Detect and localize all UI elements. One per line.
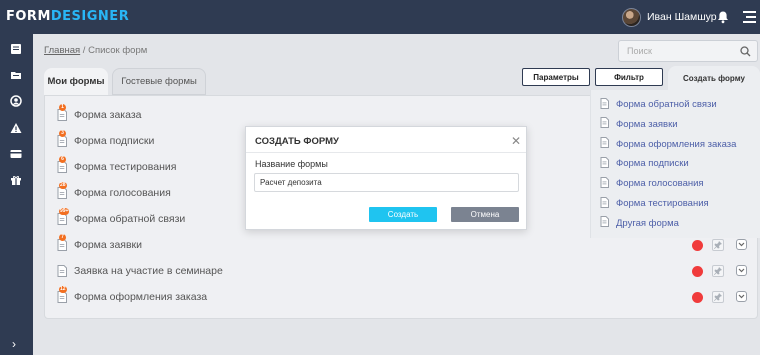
search-placeholder: Поиск <box>627 46 652 56</box>
bell-icon[interactable] <box>716 10 730 24</box>
count-badge: 99+ <box>59 208 70 215</box>
count-badge: 6 <box>59 156 66 163</box>
cancel-button[interactable]: Отмена <box>451 207 519 222</box>
create-menu-item[interactable]: Форма голосования <box>600 176 704 191</box>
close-icon[interactable]: ✕ <box>511 134 521 148</box>
document-icon <box>600 137 609 151</box>
form-row[interactable]: Заявка на участие в семинаре <box>57 263 223 279</box>
list-icon[interactable] <box>10 43 22 55</box>
document-icon: 1 <box>57 104 67 121</box>
pin-icon[interactable] <box>712 239 724 251</box>
document-icon <box>600 176 609 191</box>
create-menu-item-label: Форма подписки <box>616 158 689 170</box>
chevron-right-icon[interactable]: › <box>12 337 16 351</box>
create-menu-item[interactable]: Форма подписки <box>600 156 689 171</box>
create-menu-item-label: Форма обратной связи <box>616 99 717 110</box>
form-row[interactable]: 6 Форма тестирования <box>57 156 177 175</box>
document-icon <box>600 156 609 171</box>
menu-icon[interactable] <box>743 11 756 23</box>
form-row-label: Форма заявки <box>74 239 143 251</box>
create-menu-item-label: Форма тестирования <box>616 198 709 209</box>
folder-icon[interactable] <box>10 69 22 81</box>
document-icon <box>600 196 609 211</box>
search-input[interactable]: Поиск <box>618 40 758 62</box>
card-icon[interactable] <box>10 148 22 160</box>
breadcrumb: Главная / Список форм <box>44 45 147 56</box>
chevron-down-icon[interactable] <box>736 239 747 250</box>
create-form-modal: СОЗДАТЬ ФОРМУ ✕ Название формы Создать О… <box>245 126 527 230</box>
create-menu-item-label: Форма оформления заказа <box>616 138 737 150</box>
document-icon: 6 <box>57 156 67 173</box>
create-menu-item[interactable]: Форма тестирования <box>600 196 709 211</box>
document-icon: 28 <box>57 182 67 199</box>
document-icon: 7 <box>57 234 67 251</box>
form-row-label: Форма голосования <box>74 187 171 199</box>
form-row-label: Форма тестирования <box>74 161 177 173</box>
gift-icon[interactable] <box>10 174 22 186</box>
document-icon <box>600 97 609 112</box>
chevron-down-icon[interactable] <box>736 265 747 276</box>
document-icon <box>600 117 609 131</box>
count-badge: 7 <box>59 234 66 241</box>
form-name-field[interactable] <box>254 173 519 192</box>
create-menu-item[interactable]: Форма обратной связи <box>600 97 717 112</box>
filter-button[interactable]: Фильтр <box>595 68 663 86</box>
form-row[interactable]: 28 Форма голосования <box>57 182 171 201</box>
document-icon: 12 <box>57 286 67 303</box>
count-badge: 1 <box>59 104 66 111</box>
pin-icon[interactable] <box>712 291 724 303</box>
modal-title: СОЗДАТЬ ФОРМУ <box>255 136 339 147</box>
form-row[interactable]: 3 Форма подписки <box>57 130 155 149</box>
pin-icon[interactable] <box>712 265 724 277</box>
breadcrumb-separator: / <box>80 45 89 56</box>
create-menu-item[interactable]: Другая форма <box>600 216 679 230</box>
create-menu-item-label: Другая форма <box>616 217 679 229</box>
create-menu-item[interactable]: Форма заявки <box>600 117 678 131</box>
count-badge: 3 <box>59 130 66 137</box>
top-bar: FORMDESIGNER Иван Шамшур <box>0 0 760 34</box>
chevron-down-icon[interactable] <box>736 291 747 302</box>
form-row-label: Форма обратной связи <box>74 213 186 225</box>
document-icon: 99+ <box>57 208 70 225</box>
document-icon <box>600 216 609 230</box>
form-row[interactable]: 7 Форма заявки <box>57 234 143 253</box>
logo[interactable]: FORMDESIGNER <box>6 9 129 24</box>
create-menu-item[interactable]: Форма оформления заказа <box>600 137 737 151</box>
create-button[interactable]: Создать <box>369 207 437 222</box>
status-dot <box>692 292 703 303</box>
form-row[interactable]: 12 Форма оформления заказа <box>57 286 208 305</box>
user-name: Иван Шамшур <box>647 11 717 23</box>
sidebar: › <box>0 34 33 355</box>
modal-divider <box>246 152 526 153</box>
form-row[interactable]: 99+ Форма обратной связи <box>57 208 186 227</box>
form-row-label: Форма заказа <box>74 109 142 121</box>
create-menu-item-label: Форма заявки <box>616 118 678 130</box>
breadcrumb-current: Список форм <box>88 45 148 56</box>
create-form-button[interactable]: Создать форму <box>668 66 760 90</box>
document-icon: 3 <box>57 130 67 147</box>
form-row[interactable]: 1 Форма заказа <box>57 104 142 123</box>
user-menu[interactable]: Иван Шамшур <box>622 7 717 27</box>
document-icon <box>57 265 67 277</box>
form-name-label: Название формы <box>255 159 328 169</box>
tab-guest-forms[interactable]: Гостевые формы <box>112 68 206 95</box>
warning-icon[interactable] <box>10 122 22 134</box>
form-row-label: Заявка на участие в семинаре <box>74 265 223 277</box>
create-menu-item-label: Форма голосования <box>616 178 704 190</box>
status-dot <box>692 240 703 251</box>
avatar <box>622 7 641 27</box>
create-form-dropdown: Форма обратной связи Форма заявки Форма оф… <box>590 90 760 238</box>
search-icon[interactable] <box>740 46 751 57</box>
form-row-label: Форма подписки <box>74 135 155 147</box>
status-dot <box>692 266 703 277</box>
form-row-label: Форма оформления заказа <box>74 291 208 303</box>
count-badge: 12 <box>59 286 67 293</box>
params-button[interactable]: Параметры <box>522 68 590 86</box>
logo-text-designer: DESIGNER <box>50 9 130 24</box>
breadcrumb-home-link[interactable]: Главная <box>44 45 80 56</box>
tab-my-forms[interactable]: Мои формы <box>44 68 108 95</box>
logo-text-form: FORM <box>6 9 51 24</box>
count-badge: 28 <box>59 182 67 189</box>
user-icon[interactable] <box>10 95 22 107</box>
